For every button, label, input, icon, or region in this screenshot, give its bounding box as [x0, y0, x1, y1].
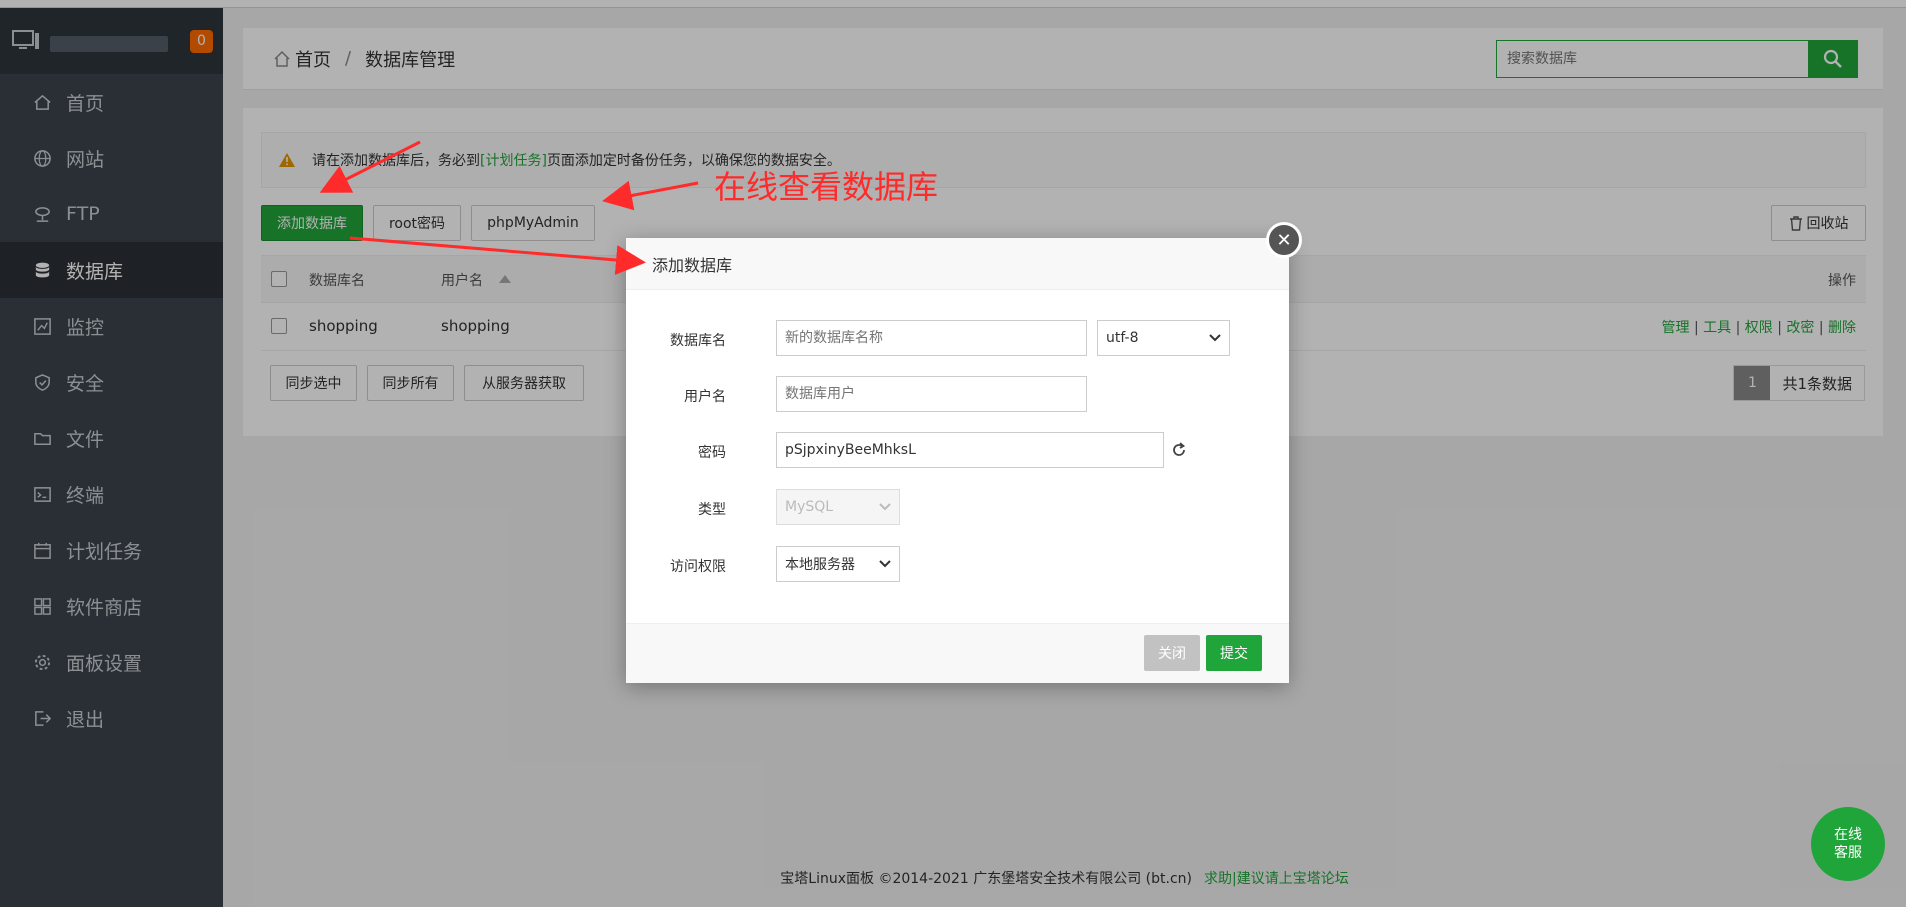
refresh-icon[interactable]: [1170, 441, 1188, 459]
annotation-text: 在线查看数据库: [714, 168, 939, 206]
db-user-input[interactable]: [776, 376, 1087, 412]
username-label: 用户名: [684, 389, 726, 405]
chevron-down-icon: [1209, 334, 1221, 342]
chat-line1: 在线: [1834, 827, 1862, 843]
db-name-label: 数据库名: [670, 333, 726, 349]
type-value: MySQL: [785, 499, 834, 515]
db-name-input[interactable]: [776, 320, 1087, 356]
close-button[interactable]: 关闭: [1144, 635, 1200, 671]
online-support-button[interactable]: 在线 客服: [1811, 807, 1885, 881]
submit-button[interactable]: 提交: [1206, 635, 1262, 671]
chat-line2: 客服: [1834, 845, 1862, 861]
password-label: 密码: [698, 445, 726, 461]
dialog-title: 添加数据库: [626, 238, 1289, 290]
close-icon[interactable]: ✕: [1266, 222, 1302, 258]
add-database-dialog: ✕ 添加数据库 数据库名 utf-8 用户名 密码 pSjpxinyBeeMhk…: [626, 222, 1302, 683]
chevron-down-icon: [879, 560, 891, 568]
charset-select[interactable]: utf-8: [1097, 320, 1230, 356]
access-label: 访问权限: [670, 559, 726, 575]
chevron-down-icon: [879, 503, 891, 511]
charset-value: utf-8: [1106, 330, 1139, 346]
type-select: MySQL: [776, 489, 900, 525]
dialog-footer: 关闭 提交: [626, 623, 1289, 683]
access-value: 本地服务器: [785, 557, 855, 573]
access-select[interactable]: 本地服务器: [776, 546, 900, 582]
type-label: 类型: [698, 502, 726, 518]
password-input[interactable]: pSjpxinyBeeMhksL: [776, 432, 1164, 468]
